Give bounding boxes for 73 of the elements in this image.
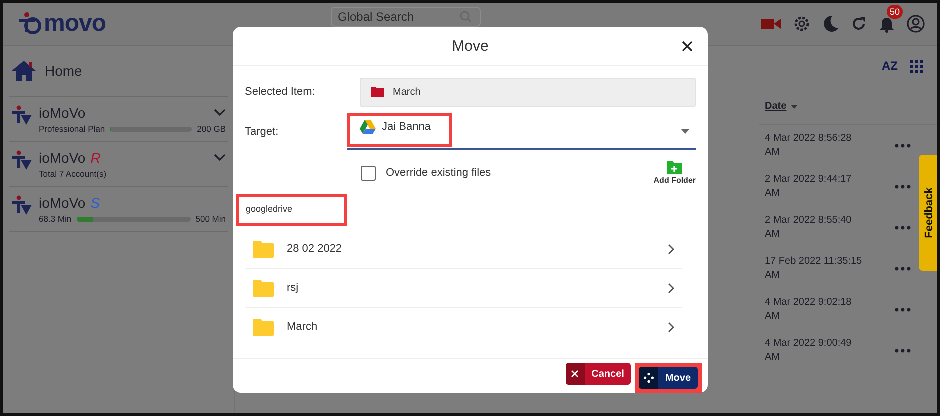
move-button[interactable]: Move [639, 367, 698, 389]
account-name: ioMoVo [39, 195, 86, 211]
more-options-icon[interactable] [895, 266, 911, 270]
more-options-icon[interactable] [895, 226, 911, 230]
target-value: Jai Banna [382, 121, 431, 133]
video-camera-icon[interactable] [761, 17, 781, 31]
feedback-tab[interactable]: Feedback [919, 155, 937, 271]
account-name: ioMoVo [39, 150, 86, 166]
field-label: Selected Item: [245, 86, 316, 98]
account-subtitle: 68.3 Min [39, 214, 72, 224]
more-options-icon[interactable] [895, 184, 911, 188]
date-cell-text: 4 Mar 2022 9:00:49 AM [765, 336, 853, 364]
account-logo-icon [11, 195, 33, 217]
account-suffix: S [90, 195, 100, 211]
home-link[interactable]: Home [9, 46, 228, 97]
more-options-icon[interactable] [895, 308, 911, 312]
add-folder-button[interactable]: Add Folder [654, 161, 696, 185]
more-options-icon[interactable] [895, 348, 911, 352]
chevron-icon[interactable] [214, 109, 226, 117]
cancel-button[interactable]: Cancel [566, 363, 632, 385]
close-icon [571, 370, 580, 378]
grid-view-icon[interactable] [910, 60, 923, 72]
date-column-header[interactable]: Date [765, 101, 787, 112]
move-arrows-icon [644, 373, 654, 383]
account-name: ioMoVo [39, 105, 86, 121]
chevron-right-icon [668, 244, 675, 254]
account-suffix: R [90, 150, 101, 166]
logo-icon [17, 12, 43, 36]
usage-cap: 200 GB [197, 124, 226, 134]
bell-icon[interactable] [879, 15, 895, 33]
folder-row[interactable]: rsj [245, 269, 682, 308]
logo-text: movo [44, 10, 106, 38]
account-logo-icon [11, 150, 33, 172]
sort-button[interactable]: AZ [882, 59, 898, 73]
chevron-right-icon [668, 282, 675, 294]
home-icon [11, 60, 37, 82]
folder-icon [371, 87, 384, 97]
date-cell-text: 17 Feb 2022 11:35:15 AM [765, 254, 864, 282]
account-logo-icon [11, 105, 33, 127]
date-cell-text: 2 Mar 2022 8:55:40 AM [765, 214, 853, 242]
sort-caret-icon [790, 104, 798, 108]
user-avatar-icon[interactable] [907, 15, 925, 33]
date-cell-text: 2 Mar 2022 9:44:17 AM [765, 172, 853, 200]
refresh-icon[interactable] [851, 16, 867, 32]
settings-icon[interactable] [793, 15, 811, 33]
folder-row[interactable]: 28 02 2022 [245, 230, 682, 269]
more-options-icon[interactable] [895, 144, 911, 148]
folder-icon [253, 240, 274, 258]
close-icon[interactable] [682, 40, 693, 52]
override-checkbox[interactable] [361, 166, 376, 180]
search-field[interactable]: Global Search [331, 7, 481, 27]
account-subtitle: Total 7 Account(s) [39, 169, 107, 179]
dropdown-caret-icon [681, 128, 690, 134]
date-cell-text: 4 Mar 2022 8:56:28 AM [765, 132, 853, 160]
target-dropdown[interactable]: Jai Banna [347, 114, 696, 150]
account-subtitle: Professional Plan [39, 124, 106, 134]
checkbox-label: Override existing files [386, 167, 492, 179]
date-cell-text: 4 Mar 2022 9:02:18 AM [765, 296, 853, 324]
notification-badge: 50 [887, 5, 904, 19]
selected-item-field: March [360, 78, 696, 106]
folder-icon [253, 318, 274, 336]
chevron-icon[interactable] [214, 154, 226, 162]
folder-row[interactable]: March [245, 308, 682, 346]
dialog-title: Move [452, 38, 489, 54]
add-folder-icon [667, 161, 682, 174]
chevron-right-icon [668, 322, 675, 332]
usage-cap: 500 Min [196, 214, 226, 224]
search-input[interactable]: Global Search [338, 9, 460, 25]
field-label: Target: [245, 126, 280, 138]
folder-icon [253, 280, 274, 296]
moon-icon[interactable] [823, 15, 839, 33]
drive-icon [360, 120, 376, 134]
source-label: googledrive [246, 204, 293, 214]
